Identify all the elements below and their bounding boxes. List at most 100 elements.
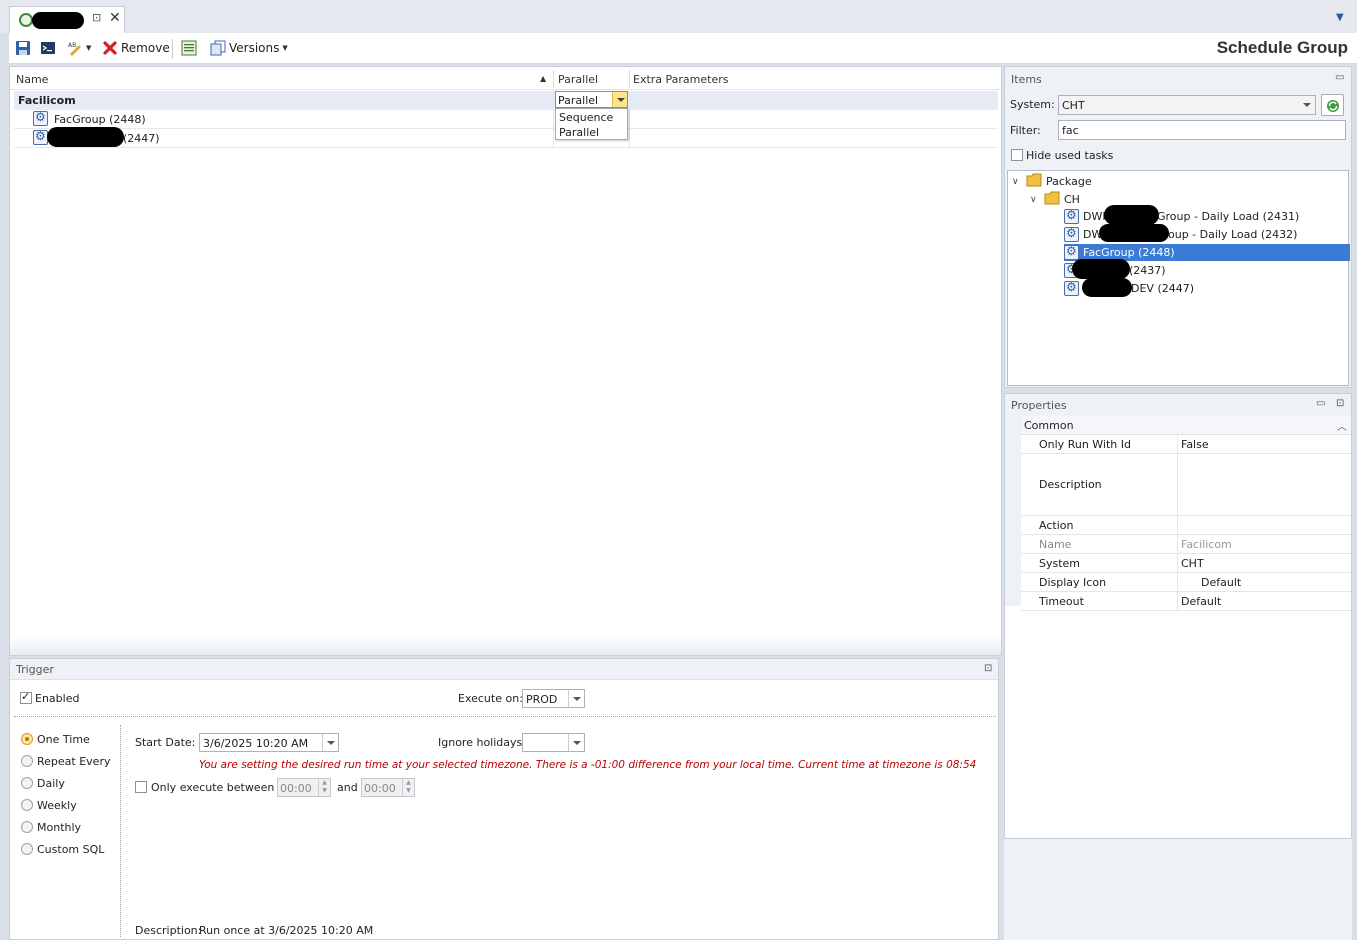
chevron-down-icon[interactable] (568, 690, 584, 707)
chevron-down-icon[interactable]: ∨ (1030, 195, 1037, 205)
chevron-down-icon[interactable] (1299, 96, 1315, 113)
parallel-combobox[interactable]: Parallel (555, 91, 628, 108)
radio-monthly[interactable] (21, 821, 33, 833)
radio-repeat-every[interactable] (21, 755, 33, 767)
property-row[interactable]: System CHT (1021, 554, 1351, 573)
document-tab[interactable]: ⊡ ✕ (9, 6, 125, 33)
property-row[interactable]: Only Run With Id False (1021, 435, 1351, 454)
save-icon (16, 41, 30, 55)
column-header-extra-parameters[interactable]: Extra Parameters (633, 73, 729, 86)
svg-text:AB: AB (68, 42, 76, 49)
close-icon[interactable]: ✕ (109, 10, 121, 26)
execute-on-value: PROD (526, 693, 558, 706)
parallel-dropdown-list: Sequence Parallel (555, 108, 628, 140)
description-label: Description: (135, 924, 202, 937)
chevron-down-icon[interactable] (568, 734, 584, 751)
tree-item-label-end: oup - Daily Load (2432) (1168, 228, 1298, 241)
tree-root-package[interactable]: Package (1046, 175, 1092, 188)
maximize-icon[interactable]: ▭ (1335, 72, 1344, 83)
column-line (553, 110, 554, 148)
list-view-button[interactable] (181, 39, 197, 57)
spellcheck-button[interactable]: AB ▼ (67, 39, 91, 57)
time-from-value: 00:00 (280, 782, 312, 795)
versions-button[interactable]: Versions ▼ (210, 39, 288, 57)
table-row[interactable]: (2447) (14, 127, 998, 148)
redacted-text (1104, 205, 1159, 225)
start-date-value: 3/6/2025 10:20 AM (203, 737, 309, 750)
redacted-text (1099, 224, 1169, 242)
radio-weekly[interactable] (21, 799, 33, 811)
document-tab-strip: ⊡ ✕ ▼ (0, 0, 1357, 33)
property-row[interactable]: Timeout Default (1021, 592, 1351, 611)
property-row[interactable]: Display Icon Default (1021, 573, 1351, 592)
time-from-stepper[interactable]: 00:00 ▲ ▼ (277, 778, 331, 797)
refresh-button[interactable] (1321, 94, 1344, 116)
tree-item[interactable]: DEV (2447) (1064, 278, 1350, 298)
property-divider (1177, 454, 1178, 515)
hide-used-label: Hide used tasks (1026, 149, 1114, 162)
items-panel: Items ▭ System: CHT Filter: fac Hide use… (1004, 66, 1352, 388)
filter-input[interactable]: fac (1058, 120, 1346, 140)
property-divider (1177, 573, 1178, 591)
property-value: False (1181, 438, 1209, 451)
start-date-picker[interactable]: 3/6/2025 10:20 AM (199, 733, 339, 752)
tree-item-label: DEV (2447) (1131, 282, 1195, 295)
mode-label: Monthly (37, 821, 82, 834)
hide-used-checkbox[interactable] (1011, 149, 1023, 161)
group-name: Facilicom (18, 94, 76, 107)
column-header-parallel[interactable]: Parallel (558, 73, 598, 86)
option-parallel[interactable]: Parallel (559, 126, 599, 139)
property-divider (1177, 516, 1178, 534)
group-row[interactable]: Facilicom (14, 91, 998, 110)
only-execute-label: Only execute between (151, 781, 275, 794)
property-gutter (1005, 416, 1021, 606)
pin-icon[interactable]: ⊡ (92, 11, 101, 24)
radio-custom-sql[interactable] (21, 843, 33, 855)
stepper-arrows-icon[interactable]: ▲ ▼ (402, 779, 414, 796)
property-key: Display Icon (1039, 576, 1107, 589)
redacted-tab-title (32, 12, 84, 29)
time-to-stepper[interactable]: 00:00 ▲ ▼ (361, 778, 415, 797)
radio-daily[interactable] (21, 777, 33, 789)
parallel-dropdown-button[interactable] (612, 92, 627, 107)
calendar-dropdown-icon[interactable] (322, 734, 338, 751)
ignore-holidays-label: Ignore holidays: (438, 736, 526, 749)
only-execute-checkbox[interactable] (135, 781, 147, 793)
radio-one-time[interactable] (21, 733, 33, 745)
tree-folder-ch[interactable]: CH (1064, 193, 1080, 206)
option-sequence[interactable]: Sequence (559, 111, 613, 124)
tab-list-chevron-icon[interactable]: ▼ (1336, 12, 1344, 23)
time-to-value: 00:00 (364, 782, 396, 795)
column-divider (553, 70, 554, 88)
column-header-name[interactable]: Name (16, 73, 48, 86)
property-row[interactable]: Name Facilicom (1021, 535, 1351, 554)
save-button[interactable] (15, 39, 31, 57)
property-row[interactable]: Description (1021, 454, 1351, 516)
chevron-down-icon[interactable]: ∨ (1012, 177, 1019, 187)
ignore-holidays-select[interactable] (522, 733, 585, 752)
remove-button[interactable]: Remove (102, 39, 170, 57)
property-row[interactable]: Action (1021, 516, 1351, 535)
grid-header: Name ▲ Parallel Extra Parameters (10, 67, 1001, 90)
property-key: Timeout (1039, 595, 1084, 608)
tree-item-label: FacGroup (2448) (1083, 246, 1175, 259)
versions-label: Versions (229, 41, 280, 55)
mode-label: Daily (37, 777, 65, 790)
category-common[interactable]: Common ︿ (1021, 416, 1351, 435)
dotted-divider (14, 716, 996, 717)
stepper-arrows-icon[interactable]: ▲ ▼ (318, 779, 330, 796)
tree-item[interactable]: DW oup - Daily Load (2432) (1064, 224, 1350, 244)
table-row[interactable]: FacGroup (2448) (14, 110, 998, 129)
execute-on-select[interactable]: PROD (522, 689, 585, 708)
enabled-checkbox[interactable] (20, 690, 32, 704)
properties-help-area (1004, 839, 1352, 940)
pin-icon[interactable]: ⊡ (984, 663, 992, 674)
redacted-text (1082, 278, 1132, 297)
system-select[interactable]: CHT (1058, 95, 1316, 115)
maximize-icon[interactable]: ▭ (1316, 398, 1325, 409)
chevron-up-icon[interactable]: ︿ (1337, 418, 1347, 433)
execute-on-label: Execute on: (458, 692, 523, 705)
pin-icon[interactable]: ⊡ (1336, 398, 1344, 409)
property-value: CHT (1181, 557, 1204, 570)
console-button[interactable] (40, 39, 56, 57)
